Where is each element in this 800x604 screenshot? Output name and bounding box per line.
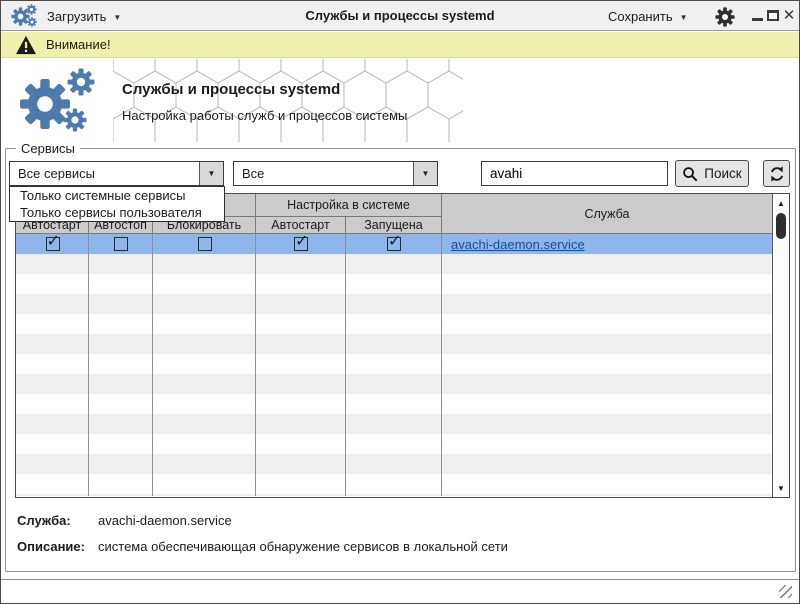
- warning-text: Внимание!: [46, 37, 111, 52]
- load-menu-label: Загрузить: [47, 9, 106, 24]
- chevron-down-icon: ▼: [113, 11, 121, 22]
- app-gears-icon: [11, 4, 41, 29]
- chevron-down-icon: ▼: [680, 11, 688, 22]
- page-subtitle: Настройка работы служб и процессов систе…: [122, 108, 407, 123]
- table-row[interactable]: [16, 274, 772, 294]
- app-window: Загрузить ▼ Службы и процессы systemd Со…: [0, 0, 800, 604]
- save-menu-label: Сохранить: [608, 9, 673, 24]
- checkbox-autostart-system[interactable]: [294, 237, 308, 251]
- scroll-up-button[interactable]: ▲: [773, 195, 789, 211]
- refresh-icon: [768, 165, 786, 183]
- detail-description-label: Описание:: [17, 539, 85, 554]
- dropdown-option-user-services[interactable]: Только сервисы пользователя: [10, 204, 224, 221]
- table-row-selected[interactable]: avachi-daemon.service: [16, 234, 772, 254]
- table-row[interactable]: [16, 314, 772, 334]
- chevron-down-icon[interactable]: ▼: [413, 162, 437, 185]
- title-bar: Загрузить ▼ Службы и процессы systemd Со…: [1, 1, 799, 31]
- detail-service-value: avachi-daemon.service: [98, 513, 232, 528]
- column-divider: [255, 234, 256, 496]
- column-divider: [345, 234, 346, 496]
- save-menu-button[interactable]: Сохранить ▼: [608, 1, 688, 31]
- table-row[interactable]: [16, 254, 772, 274]
- scroll-down-button[interactable]: ▼: [773, 480, 789, 496]
- state-filter-combobox[interactable]: Все ▼: [233, 161, 438, 186]
- maximize-button[interactable]: [767, 10, 779, 21]
- column-header-running[interactable]: Запущена: [346, 217, 442, 234]
- warning-bar: Внимание!: [1, 32, 799, 58]
- table-row[interactable]: [16, 394, 772, 414]
- services-legend: Сервисы: [16, 141, 80, 156]
- checkbox-running[interactable]: [387, 237, 401, 251]
- load-menu-button[interactable]: Загрузить ▼: [47, 1, 121, 31]
- column-divider: [88, 234, 89, 496]
- table-row[interactable]: [16, 294, 772, 314]
- warning-triangle-icon: [15, 35, 37, 55]
- table-row[interactable]: [16, 374, 772, 394]
- column-divider: [441, 234, 442, 496]
- table-row[interactable]: [16, 454, 772, 474]
- table-row[interactable]: [16, 434, 772, 454]
- table-row[interactable]: [16, 354, 772, 374]
- status-bar: [1, 579, 799, 604]
- hexagon-pattern: [113, 59, 463, 142]
- service-scope-combobox[interactable]: Все сервисы ▼: [9, 161, 224, 186]
- detail-service-label: Служба:: [17, 513, 71, 528]
- resize-grip[interactable]: [779, 585, 792, 598]
- header-gears-logo: [15, 68, 111, 136]
- table-body: avachi-daemon.service: [16, 234, 772, 496]
- column-divider: [152, 234, 153, 496]
- column-header-service[interactable]: Служба: [442, 194, 772, 234]
- table-row[interactable]: [16, 414, 772, 434]
- state-filter-value: Все: [242, 162, 264, 185]
- search-button-label: Поиск: [704, 166, 741, 181]
- cell-autostop[interactable]: [89, 237, 153, 251]
- scope-dropdown-popup: Только системные сервисы Только сервисы …: [9, 186, 225, 222]
- service-scope-value: Все сервисы: [18, 162, 95, 185]
- vertical-scrollbar[interactable]: ▲ ▼: [772, 194, 789, 497]
- minimize-button[interactable]: [752, 18, 763, 21]
- column-header-autostart-system[interactable]: Автостарт: [256, 217, 346, 234]
- scrollbar-thumb[interactable]: [776, 213, 786, 239]
- service-link[interactable]: avachi-daemon.service: [442, 237, 585, 252]
- dropdown-option-system-services[interactable]: Только системные сервисы: [10, 187, 224, 204]
- search-icon: [682, 166, 698, 182]
- page-title: Службы и процессы systemd: [122, 81, 340, 98]
- group-header-system: Настройка в системе: [256, 194, 442, 217]
- close-button[interactable]: ✕: [782, 6, 796, 26]
- table-row[interactable]: [16, 334, 772, 354]
- cell-block[interactable]: [153, 237, 256, 251]
- cell-autostart-file[interactable]: [16, 237, 89, 251]
- cell-running[interactable]: [346, 237, 442, 251]
- checkbox-block[interactable]: [198, 237, 212, 251]
- checkbox-autostart-file[interactable]: [46, 237, 60, 251]
- refresh-button[interactable]: [763, 160, 790, 187]
- search-button[interactable]: Поиск: [675, 160, 749, 187]
- table-row[interactable]: [16, 474, 772, 494]
- services-table: Настройка в системе Служба Автостарт Авт…: [15, 193, 790, 498]
- search-input[interactable]: [481, 161, 668, 186]
- cell-autostart-system[interactable]: [256, 237, 346, 251]
- settings-gear-icon[interactable]: [715, 7, 735, 27]
- table-row[interactable]: [16, 494, 772, 496]
- detail-description-value: система обеспечивающая обнаружение серви…: [98, 539, 508, 554]
- checkbox-autostop[interactable]: [114, 237, 128, 251]
- chevron-down-icon[interactable]: ▼: [199, 162, 223, 185]
